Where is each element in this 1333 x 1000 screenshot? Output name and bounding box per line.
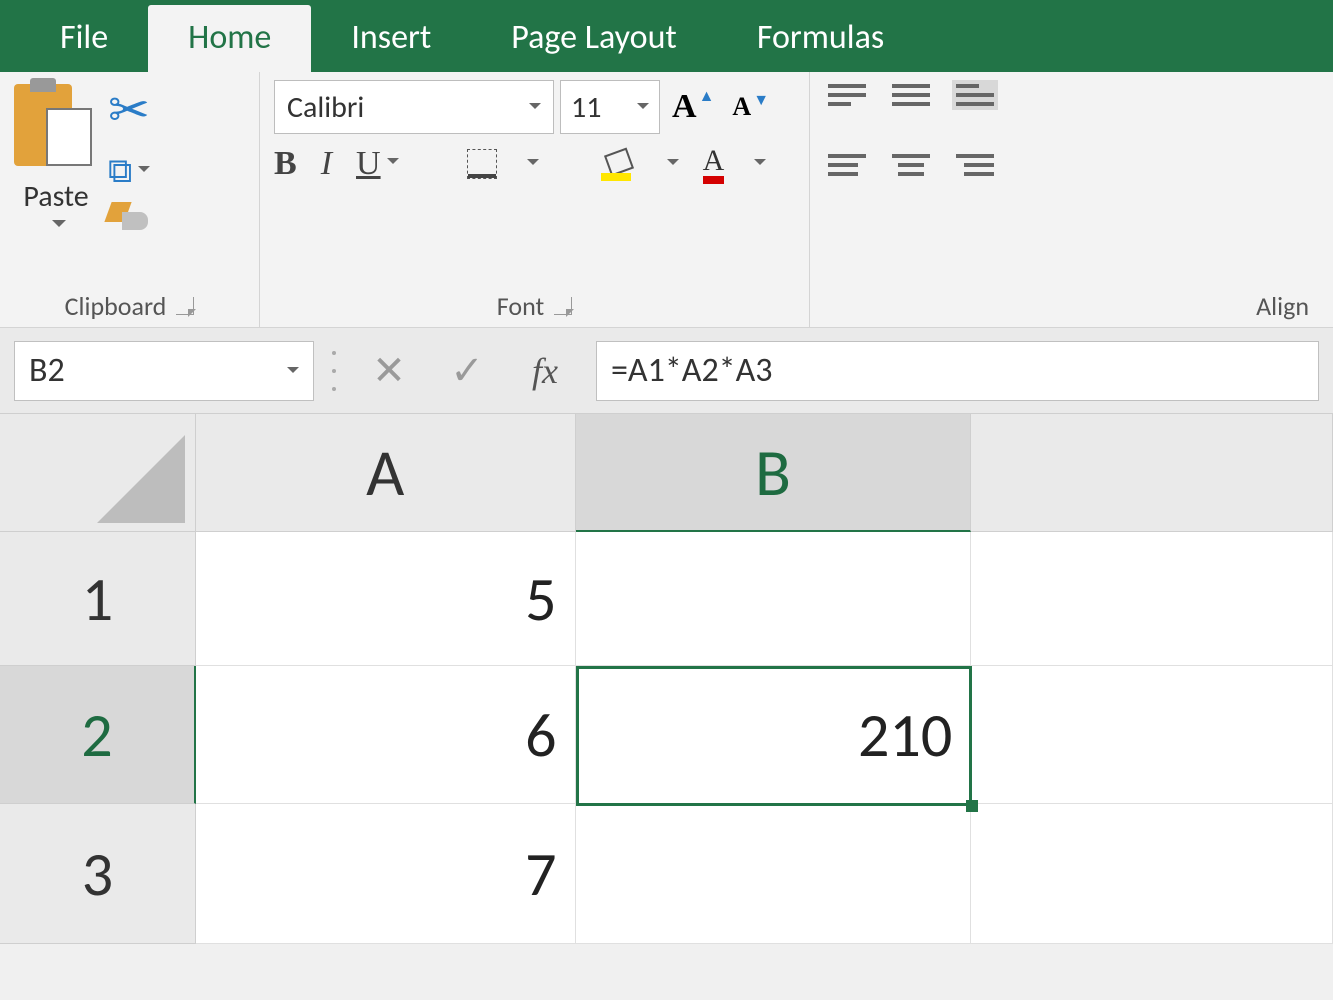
chevron-down-icon bbox=[523, 89, 541, 126]
row-header-1[interactable]: 1 bbox=[0, 532, 196, 666]
format-painter-icon[interactable] bbox=[108, 202, 152, 236]
clipboard-icon bbox=[14, 80, 98, 176]
font-size-value: 11 bbox=[571, 89, 601, 126]
align-left-icon[interactable] bbox=[824, 150, 870, 180]
divider bbox=[332, 351, 336, 391]
ribbon-tabs: File Home Insert Page Layout Formulas bbox=[0, 0, 1333, 72]
font-size-select[interactable]: 11 bbox=[560, 80, 660, 134]
worksheet: A B 1 5 2 6 210 3 7 bbox=[0, 414, 1333, 944]
formula-input[interactable]: =A1*A2*A3 bbox=[596, 341, 1319, 401]
clipboard-launcher-icon[interactable] bbox=[176, 297, 194, 315]
font-launcher-icon[interactable] bbox=[554, 297, 572, 315]
enter-formula-icon[interactable]: ✓ bbox=[432, 346, 502, 395]
chevron-down-icon bbox=[631, 89, 649, 126]
cell-B2[interactable]: 210 bbox=[576, 666, 972, 804]
cell-C3[interactable] bbox=[971, 804, 1333, 944]
font-color-dropdown-icon[interactable] bbox=[748, 155, 766, 174]
chevron-down-icon bbox=[281, 350, 299, 391]
row-header-3[interactable]: 3 bbox=[0, 804, 196, 944]
underline-button[interactable]: U bbox=[356, 145, 399, 183]
cell-C2[interactable] bbox=[971, 666, 1333, 804]
alignment-group-label: Align bbox=[1256, 290, 1309, 322]
align-middle-icon[interactable] bbox=[888, 80, 934, 110]
font-color-icon[interactable]: A bbox=[703, 144, 725, 184]
select-all-corner[interactable] bbox=[0, 414, 196, 532]
cell-B3[interactable] bbox=[576, 804, 972, 944]
cancel-formula-icon[interactable]: ✕ bbox=[354, 346, 424, 395]
column-header-C[interactable] bbox=[971, 414, 1333, 532]
border-icon[interactable] bbox=[467, 149, 497, 179]
bold-button[interactable]: B bbox=[274, 145, 297, 183]
fx-icon[interactable]: fx bbox=[510, 350, 580, 392]
cell-A1[interactable]: 5 bbox=[196, 532, 576, 666]
font-group-label: Font bbox=[497, 290, 544, 322]
cell-A2[interactable]: 6 bbox=[196, 666, 576, 804]
font-name-value: Calibri bbox=[287, 89, 364, 126]
align-right-icon[interactable] bbox=[952, 150, 998, 180]
ribbon: Paste ✂ ⧉ Clipboard bbox=[0, 72, 1333, 328]
fill-handle[interactable] bbox=[966, 800, 978, 812]
tab-home[interactable]: Home bbox=[148, 5, 311, 72]
tab-formulas[interactable]: Formulas bbox=[717, 5, 924, 72]
align-top-icon[interactable] bbox=[824, 80, 870, 110]
tab-insert[interactable]: Insert bbox=[311, 5, 471, 72]
column-header-A[interactable]: A bbox=[196, 414, 576, 532]
cell-B1[interactable] bbox=[576, 532, 972, 666]
clipboard-group-label: Clipboard bbox=[65, 290, 167, 322]
increase-font-size-icon[interactable]: A▲ bbox=[666, 88, 720, 126]
paste-dropdown-icon[interactable] bbox=[46, 217, 66, 236]
paste-label: Paste bbox=[23, 178, 88, 215]
cut-icon[interactable]: ✂ bbox=[108, 80, 152, 141]
cell-A3[interactable]: 7 bbox=[196, 804, 576, 944]
name-box[interactable]: B2 bbox=[14, 341, 314, 401]
cell-C1[interactable] bbox=[971, 532, 1333, 666]
decrease-font-size-icon[interactable]: A▼ bbox=[726, 92, 775, 122]
align-bottom-icon[interactable] bbox=[952, 80, 998, 110]
column-header-B[interactable]: B bbox=[576, 414, 972, 532]
italic-button[interactable]: I bbox=[321, 145, 332, 183]
name-box-value: B2 bbox=[29, 350, 65, 391]
align-center-icon[interactable] bbox=[888, 150, 934, 180]
row-header-2[interactable]: 2 bbox=[0, 666, 196, 804]
tab-file[interactable]: File bbox=[20, 5, 148, 72]
fill-color-dropdown-icon[interactable] bbox=[661, 155, 679, 174]
paste-button[interactable]: Paste bbox=[14, 80, 98, 236]
formula-bar: B2 ✕ ✓ fx =A1*A2*A3 bbox=[0, 328, 1333, 414]
tab-page-layout[interactable]: Page Layout bbox=[471, 5, 717, 72]
fill-color-icon[interactable] bbox=[601, 147, 637, 181]
copy-icon[interactable]: ⧉ bbox=[108, 151, 152, 192]
font-name-select[interactable]: Calibri bbox=[274, 80, 554, 134]
border-dropdown-icon[interactable] bbox=[521, 155, 539, 174]
